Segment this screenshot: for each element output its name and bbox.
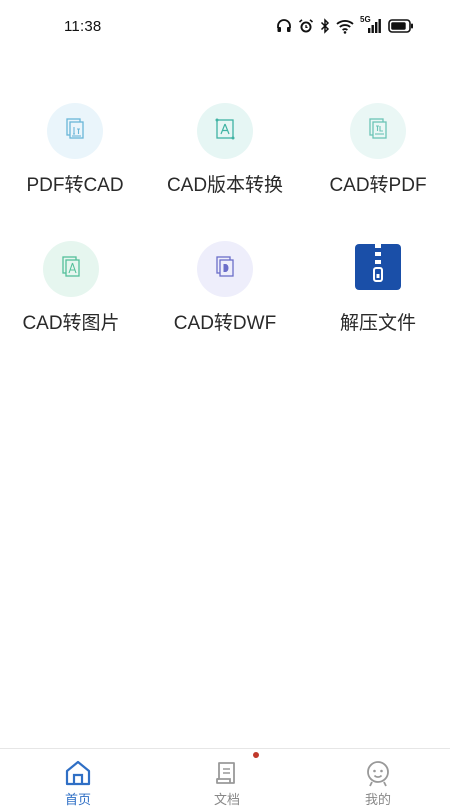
bluetooth-icon bbox=[320, 18, 330, 34]
signal-5g-icon: 5G bbox=[360, 15, 382, 34]
tab-profile[interactable]: 我的 bbox=[303, 749, 450, 807]
tab-label: 我的 bbox=[364, 792, 391, 807]
cad-to-pdf-icon bbox=[365, 116, 391, 147]
tool-icon-circle bbox=[197, 241, 253, 297]
tab-label: 首页 bbox=[64, 792, 91, 807]
tool-label: CAD转图片 bbox=[22, 313, 120, 334]
tool-icon-circle bbox=[43, 241, 99, 297]
tool-icon-circle bbox=[350, 241, 406, 297]
cad-to-dwf-icon bbox=[212, 254, 238, 285]
tool-icon-circle bbox=[350, 103, 406, 159]
tab-label: 文档 bbox=[213, 792, 240, 807]
notification-badge bbox=[253, 752, 259, 758]
status-icons: 5G bbox=[276, 15, 414, 35]
cad-to-image-icon bbox=[58, 254, 84, 285]
tool-label: CAD版本转换 bbox=[166, 175, 284, 196]
tool-pdf-to-cad[interactable]: PDF转CAD bbox=[0, 103, 150, 197]
tool-label: CAD转PDF bbox=[329, 175, 427, 196]
tool-icon-circle bbox=[47, 103, 103, 159]
tab-home[interactable]: 首页 bbox=[3, 749, 153, 807]
cad-version-icon bbox=[212, 116, 238, 147]
tool-cad-to-pdf[interactable]: CAD转PDF bbox=[303, 103, 450, 197]
tool-cad-to-image[interactable]: CAD转图片 bbox=[0, 241, 146, 335]
tool-label: PDF转CAD bbox=[26, 175, 124, 196]
tab-documents[interactable]: 文档 bbox=[152, 749, 302, 807]
status-time: 11:38 bbox=[64, 18, 102, 35]
tool-cad-to-dwf[interactable]: CAD转DWF bbox=[150, 241, 300, 335]
tool-unzip[interactable]: 解压文件 bbox=[303, 241, 450, 335]
headphones-icon bbox=[276, 18, 292, 34]
bottom-tabbar: 首页 文档 我的 bbox=[0, 748, 450, 807]
battery-icon bbox=[388, 19, 414, 33]
document-icon bbox=[212, 759, 242, 787]
alarm-icon bbox=[298, 18, 314, 34]
unzip-icon bbox=[354, 243, 402, 296]
profile-icon bbox=[363, 759, 393, 787]
tool-icon-circle bbox=[197, 103, 253, 159]
tool-cad-version[interactable]: CAD版本转换 bbox=[150, 103, 300, 197]
wifi-icon bbox=[336, 19, 354, 34]
home-icon bbox=[63, 759, 93, 787]
pdf-to-cad-icon bbox=[62, 116, 88, 147]
tool-label: 解压文件 bbox=[339, 313, 416, 334]
status-bar: 11:38 5G bbox=[0, 0, 450, 52]
tool-label: CAD转DWF bbox=[173, 313, 277, 334]
